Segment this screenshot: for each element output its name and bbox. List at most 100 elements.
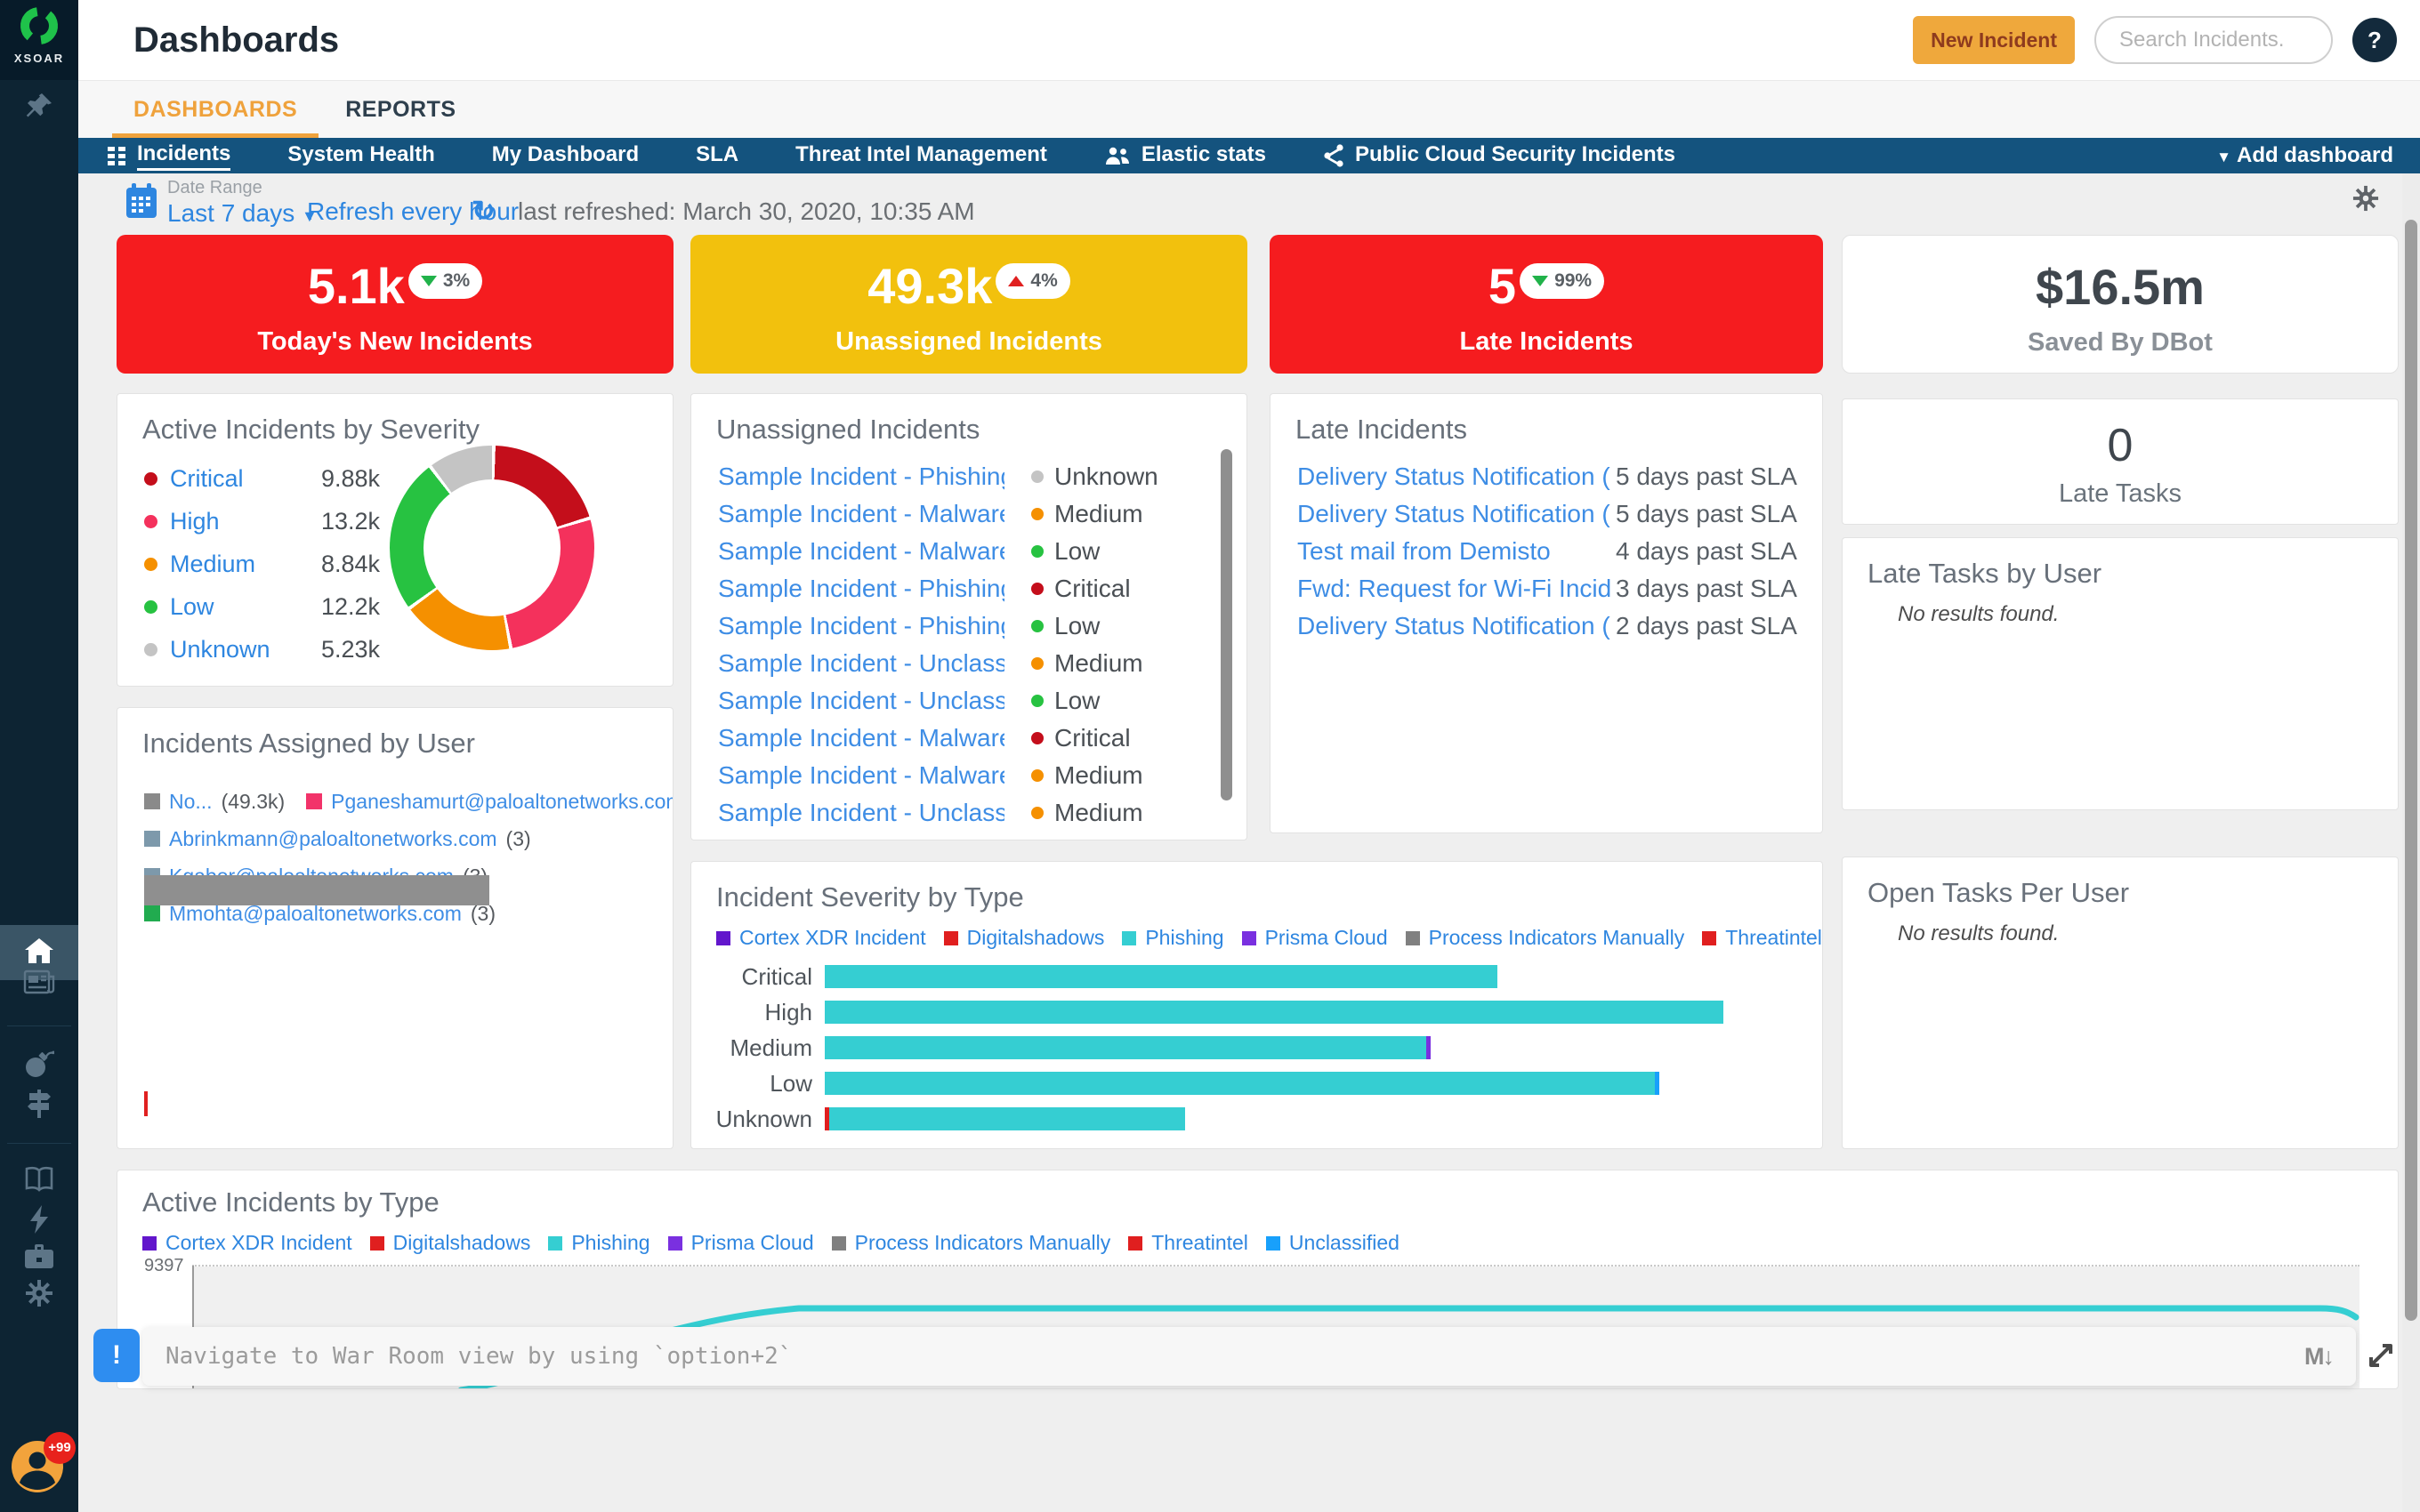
bar[interactable] <box>825 1001 1723 1024</box>
newspaper-icon <box>23 969 55 996</box>
search-input[interactable] <box>2094 16 2333 64</box>
kpi-card-late-incidents[interactable]: 599% Late Incidents <box>1270 235 1823 374</box>
help-button[interactable]: ? <box>2352 18 2397 62</box>
new-incident-button[interactable]: New Incident <box>1913 16 2075 64</box>
incident-severity: Critical <box>1031 724 1131 752</box>
incident-link[interactable]: Sample Incident - Phishing <box>718 575 1004 603</box>
dashboard-settings-gear-icon[interactable] <box>2352 185 2379 216</box>
incident-link[interactable]: Sample Incident - Phishing <box>718 612 1004 640</box>
kpi-value: 5.1k <box>308 260 405 313</box>
incident-link[interactable]: Sample Incident - Malware <box>718 537 1004 566</box>
user-label[interactable]: Abrinkmann@paloaltonetworks.com <box>169 827 497 851</box>
assigned-legend-line: No... (49.3k) Pganeshamurt@paloaltonetwo… <box>144 783 673 820</box>
arrow-down-icon <box>421 276 437 286</box>
xsoar-logo[interactable]: XSOAR <box>0 0 78 80</box>
user-label[interactable]: No... <box>169 790 213 814</box>
tab-dashboards[interactable]: DASHBOARDS <box>121 81 310 139</box>
incident-link[interactable]: Sample Incident - Malware <box>718 500 1004 528</box>
type-label[interactable]: Unclassified <box>1289 1231 1400 1255</box>
type-label[interactable]: Prisma Cloud <box>1265 926 1388 950</box>
donut-hole <box>424 479 561 616</box>
incident-link[interactable]: Delivery Status Notification (Fail... <box>1297 612 1610 640</box>
severity-label[interactable]: Unknown <box>170 636 286 664</box>
sidebar-item-incidents[interactable] <box>0 969 78 1001</box>
type-label[interactable]: Process Indicators Manually <box>855 1231 1111 1255</box>
kpi-card-unassigned-incidents[interactable]: 49.3k4% Unassigned Incidents <box>690 235 1247 374</box>
type-label[interactable]: Digitalshadows <box>393 1231 531 1255</box>
type-label[interactable]: Phishing <box>1145 926 1223 950</box>
sidebar-item-playbooks[interactable] <box>0 1165 78 1198</box>
incident-link[interactable]: Sample Incident - Phishing <box>718 462 1004 491</box>
sidebar-item-automation[interactable] <box>0 1204 78 1239</box>
delta-badge: 99% <box>1520 263 1604 299</box>
sidebar-item-jobs[interactable] <box>0 1242 78 1275</box>
panel-title: Active Incidents by Type <box>142 1186 2398 1218</box>
assigned-legend: No... (49.3k) Pganeshamurt@paloaltonetwo… <box>144 783 673 932</box>
add-dashboard-button[interactable]: ▼Add dashboard <box>2216 143 2393 168</box>
notification-exclamation-icon[interactable]: ! <box>93 1329 140 1382</box>
nav-item-system-health[interactable]: System Health <box>259 142 463 169</box>
severity-dot <box>144 600 157 614</box>
expand-icon[interactable] <box>2365 1339 2397 1376</box>
refresh-icon[interactable]: ↻ <box>472 194 496 228</box>
nav-item-incidents[interactable]: Incidents <box>78 141 259 171</box>
nav-item-public-cloud-security-incidents[interactable]: Public Cloud Security Incidents <box>1295 142 1704 169</box>
bar[interactable] <box>825 1036 1431 1059</box>
incident-link[interactable]: Fwd: Request for Wi-Fi Incident ... <box>1297 575 1610 603</box>
type-label[interactable]: Threatintel <box>1151 1231 1248 1255</box>
type-label[interactable]: Digitalshadows <box>967 926 1105 950</box>
incident-link[interactable]: Sample Incident - Unclassified <box>718 649 1004 678</box>
user-label[interactable]: Pganeshamurt@paloaltonetworks.com <box>331 790 673 814</box>
date-range-select[interactable]: Last 7 days ▼ <box>167 199 318 228</box>
page-scrollbar-thumb[interactable] <box>2405 220 2417 1321</box>
incident-link[interactable]: Sample Incident - Phishing <box>718 836 1004 840</box>
notification-badge[interactable]: +99 <box>44 1432 76 1464</box>
bar[interactable] <box>825 965 1497 988</box>
nav-item-sla[interactable]: SLA <box>667 142 767 169</box>
type-label[interactable]: Threatintel <box>1725 926 1822 950</box>
incident-link[interactable]: Delivery Status Notification (Fail... <box>1297 500 1610 528</box>
incident-link[interactable]: Sample Incident - Unclassified <box>718 799 1004 827</box>
sidebar-divider <box>7 1025 71 1026</box>
kpi-card-saved-by-dbot[interactable]: $16.5m Saved By DBot <box>1842 235 2399 374</box>
late-incident-row: Delivery Status Notification (Fail... 5 … <box>1270 495 1822 533</box>
incident-link[interactable]: Sample Incident - Unclassified <box>718 687 1004 715</box>
severity-label[interactable]: Medium <box>170 551 286 578</box>
user-avatar[interactable]: +99 <box>12 1441 67 1496</box>
sidebar-item-indicators[interactable] <box>0 1089 78 1123</box>
legend-square <box>832 1236 846 1251</box>
incident-severity: Medium <box>1031 649 1143 678</box>
severity-label[interactable]: Low <box>170 593 286 621</box>
kpi-label: Saved By DBot <box>1843 328 2398 358</box>
nav-item-threat-intel-management[interactable]: Threat Intel Management <box>767 142 1076 169</box>
nav-item-elastic-stats[interactable]: Elastic stats <box>1076 142 1295 169</box>
incident-link[interactable]: Sample Incident - Malware <box>718 761 1004 790</box>
pin-icon[interactable] <box>0 92 78 127</box>
severity-label[interactable]: Critical <box>170 465 286 493</box>
nav-item-my-dashboard[interactable]: My Dashboard <box>464 142 667 169</box>
type-label[interactable]: Cortex XDR Incident <box>739 926 926 950</box>
type-label[interactable]: Prisma Cloud <box>691 1231 814 1255</box>
severity-label[interactable]: High <box>170 508 286 535</box>
incident-link[interactable]: Test mail from Demisto <box>1297 537 1610 566</box>
sidebar-item-settings[interactable] <box>0 1279 78 1312</box>
legend-square <box>716 931 730 945</box>
arrow-up-icon <box>1008 276 1024 286</box>
type-label[interactable]: Phishing <box>571 1231 649 1255</box>
tab-reports[interactable]: REPORTS <box>333 81 468 139</box>
kpi-card-today-s-new-incidents[interactable]: 5.1k3% Today's New Incidents <box>117 235 674 374</box>
sidebar-item-threat-intel[interactable] <box>0 1050 78 1082</box>
incident-link[interactable]: Delivery Status Notification (Fail... <box>1297 462 1610 491</box>
bar[interactable] <box>825 1072 1659 1095</box>
markdown-icon[interactable]: M↓ <box>2304 1343 2333 1371</box>
panel-scrollbar[interactable] <box>1221 449 1232 800</box>
assigned-stacked-bar[interactable] <box>144 875 489 905</box>
caret-down-icon: ▼ <box>2216 149 2231 165</box>
type-label[interactable]: Cortex XDR Incident <box>165 1231 352 1255</box>
type-legend: Cortex XDR Incident Digitalshadows Phish… <box>716 926 1822 950</box>
sla-text: 5 days past SLA <box>1616 500 1797 528</box>
incident-link[interactable]: Sample Incident - Malware <box>718 724 1004 752</box>
bar[interactable] <box>825 1107 1185 1130</box>
type-label[interactable]: Process Indicators Manually <box>1429 926 1685 950</box>
notification-toast[interactable]: Navigate to War Room view by using `opti… <box>142 1327 2356 1386</box>
